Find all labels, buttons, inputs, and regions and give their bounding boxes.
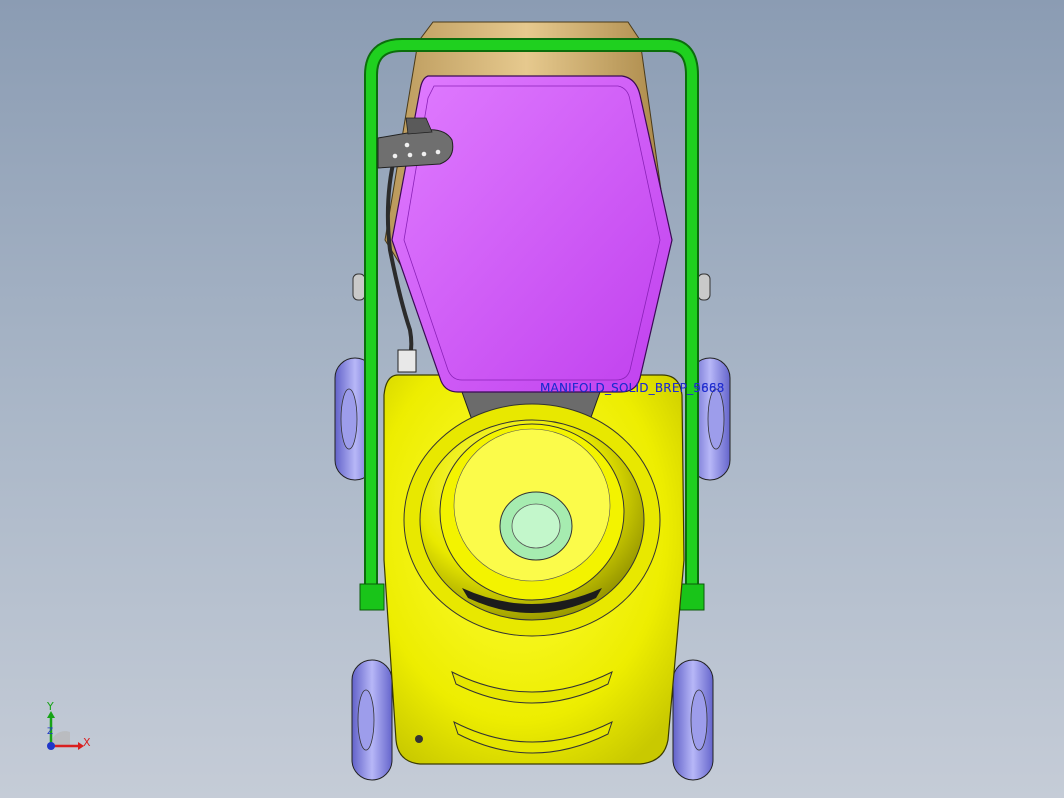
entity-label: MANIFOLD_SOLID_BREP_5668 MANIFOLD_SOLID_…	[540, 381, 725, 395]
cad-viewport[interactable]: MANIFOLD_SOLID_BREP_5668 MANIFOLD_SOLID_…	[0, 0, 1064, 798]
front-left-wheel	[351, 659, 393, 781]
entity-label-overlap: MANIFOLD_SOLID_BREP_9883	[540, 381, 725, 395]
deck-hole	[415, 735, 423, 743]
cable-clip	[397, 349, 417, 373]
z-axis-label: Z	[47, 727, 54, 737]
right-knob	[697, 273, 711, 301]
left-knob	[352, 273, 366, 301]
y-axis-label: Y	[47, 700, 54, 713]
front-right-wheel	[672, 659, 714, 781]
grass-bag	[391, 75, 673, 393]
mower-model[interactable]	[0, 0, 1064, 798]
handle-bracket-right	[679, 583, 705, 611]
handle-bracket-left	[359, 583, 385, 611]
x-axis-label: X	[83, 736, 91, 749]
